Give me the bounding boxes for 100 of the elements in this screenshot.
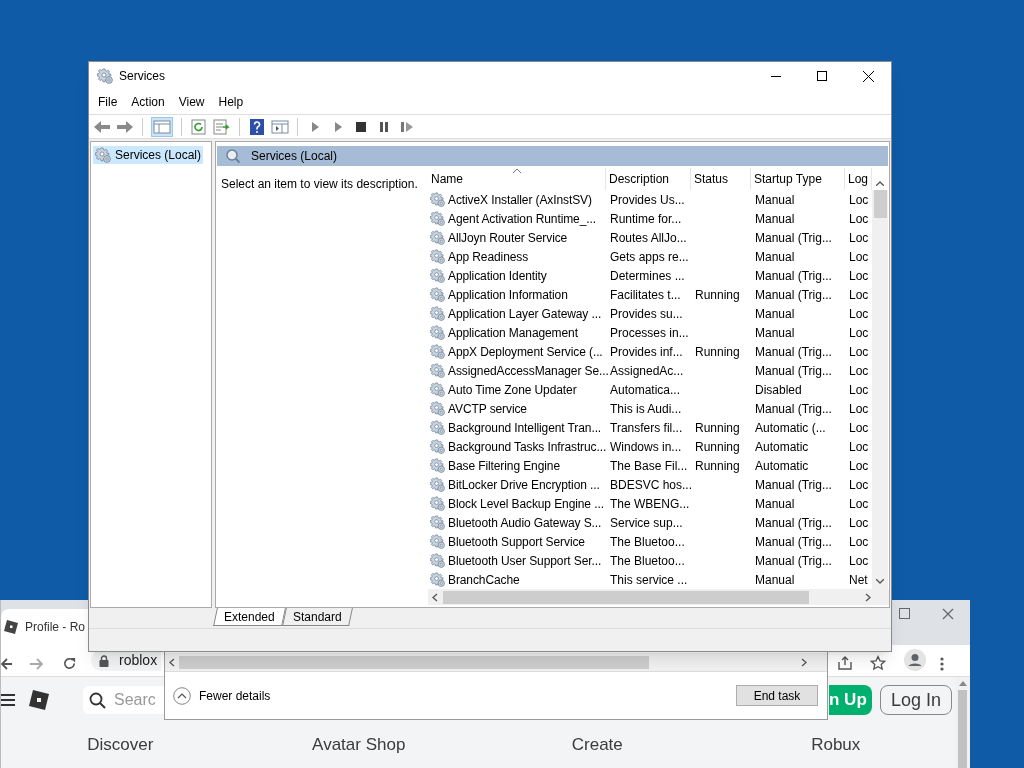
table-cell: Loc [849,306,869,321]
table-cell[interactable]: AllJoyn Router Service [448,228,568,247]
table-cell: Manual (Trig... [755,363,832,378]
scroll-left-icon[interactable] [432,592,438,602]
reload-icon[interactable] [62,656,77,671]
gear-icon [430,192,445,207]
table-cell[interactable]: AssignedAccessManager Se... [448,361,609,380]
scroll-right-icon[interactable] [865,592,871,602]
collapse-chevron-icon[interactable] [173,686,191,705]
column-header[interactable]: Description [606,168,691,190]
nav-link[interactable]: Robux [811,732,861,758]
menu-item[interactable]: File [91,93,125,111]
table-cell[interactable]: BitLocker Drive Encryption ... [448,475,600,494]
nav-link[interactable]: Discover [87,732,154,758]
menu-item[interactable]: Help [211,93,251,111]
scroll-down-icon[interactable] [876,579,884,584]
gear-icon [430,420,445,435]
minimize-icon [771,75,781,77]
scrollbar-thumb[interactable] [443,590,809,604]
roblox-logo-icon [3,619,19,635]
scroll-up-icon[interactable] [958,681,967,686]
gear-icon [430,477,445,492]
table-cell: Transfers fil... [610,420,683,435]
address-bar[interactable]: roblox [91,650,161,671]
end-task-button[interactable]: End task [736,685,818,706]
table-cell[interactable]: Block Level Backup Engine ... [448,494,604,513]
table-cell: Automatic [755,458,809,473]
table-cell: Loc [849,515,869,530]
menu-item[interactable]: View [171,93,212,111]
table-cell[interactable]: Bluetooth User Support Ser... [448,551,602,570]
scrollbar-thumb[interactable] [873,190,887,218]
view-tab[interactable]: Standard [281,608,353,626]
table-cell: Manual [755,496,795,511]
star-icon[interactable] [870,655,886,671]
column-header[interactable]: Startup Type [751,168,845,190]
table-cell[interactable]: AppX Deployment Service (... [448,342,603,361]
horizontal-scrollbar[interactable] [428,589,889,605]
table-cell[interactable]: Application Layer Gateway ... [448,304,602,323]
table-cell[interactable]: Background Intelligent Tran... [448,418,602,437]
scroll-left-icon[interactable] [169,657,175,667]
table-cell[interactable]: Application Management [448,323,578,342]
table-cell: Loc [849,420,869,435]
back-arrow-icon[interactable] [1,657,13,671]
fewer-details-link[interactable]: Fewer details [199,686,271,705]
table-cell[interactable]: BranchCache [448,570,520,589]
table-cell: BDESVC hos... [610,477,691,492]
gear-icon [430,306,445,321]
forward-arrow-icon[interactable] [116,118,134,135]
table-cell[interactable]: Bluetooth Audio Gateway S... [448,513,602,532]
properties-icon[interactable] [271,118,289,135]
back-arrow-icon[interactable] [93,118,111,135]
table-cell[interactable]: Agent Activation Runtime_... [448,209,596,228]
table-cell[interactable]: Application Identity [448,266,547,285]
tree-item[interactable]: Services (Local) [93,146,204,164]
table-cell: The Bluetoo... [610,534,685,549]
scroll-right-icon[interactable] [801,657,807,667]
table-cell[interactable]: Background Tasks Infrastruc... [448,437,607,456]
export-list-icon[interactable] [213,118,231,135]
roblox-logo-icon[interactable] [28,689,50,711]
browser-tab[interactable]: Profile - Ro [1,609,89,645]
scrollbar-thumb[interactable] [958,690,967,768]
nav-link[interactable]: Avatar Shop [312,732,406,758]
table-cell[interactable]: Application Information [448,285,568,304]
table-cell[interactable]: Bluetooth Support Service [448,532,585,551]
refresh-icon[interactable] [190,118,208,135]
close-icon[interactable] [942,608,954,620]
column-header[interactable]: Status [691,168,751,190]
gear-icon [430,553,445,568]
vertical-scrollbar[interactable] [872,190,888,589]
close-icon [862,70,874,82]
table-cell[interactable]: AVCTP service [448,399,527,418]
share-icon[interactable] [837,655,853,671]
table-cell[interactable]: ActiveX Installer (AxInstSV) [448,190,592,209]
table-cell: Running [695,344,740,359]
gear-icon [430,363,445,378]
column-header[interactable]: Log [845,168,872,190]
table-cell: Processes in... [610,325,689,340]
forward-arrow-icon[interactable] [29,657,43,671]
column-header[interactable]: Name [428,168,606,190]
nav-link[interactable]: Create [571,732,623,758]
view-tab[interactable]: Extended [213,608,286,626]
table-cell[interactable]: App Readiness [448,247,529,266]
profile-avatar-icon[interactable] [904,649,926,671]
table-cell[interactable]: Auto Time Zone Updater [448,380,577,399]
console-tree-icon[interactable] [153,118,171,135]
table-cell[interactable]: Base Filtering Engine [448,456,560,475]
table-cell: AssignedAc... [610,363,684,378]
menu-item[interactable]: Action [124,93,172,111]
menu-icon[interactable] [1,694,15,706]
help-icon[interactable] [248,118,266,135]
table-cell: Loc [849,458,869,473]
table-cell: Runtime for... [610,211,682,226]
scroll-up-icon[interactable] [876,181,884,186]
scrollbar-thumb[interactable] [179,655,649,669]
table-cell: Manual (Trig... [755,553,832,568]
scrollbar[interactable] [955,677,970,768]
more-menu-icon[interactable] [940,657,944,671]
gear-icon [430,211,445,226]
horizontal-scrollbar[interactable] [165,653,827,671]
log-in-button[interactable]: Log In [880,685,952,715]
